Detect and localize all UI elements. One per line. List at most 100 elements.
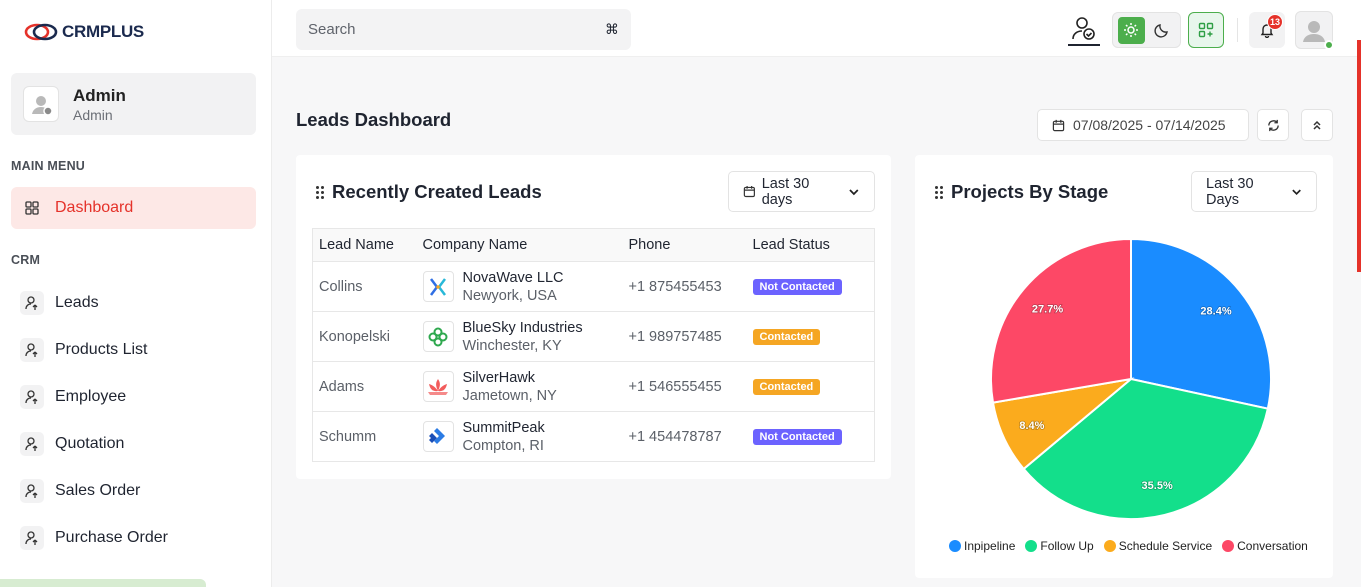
- bluesky-logo-icon: [422, 321, 454, 352]
- pie-slice-conversation[interactable]: [990, 237, 1132, 404]
- search-placeholder: Search: [308, 21, 356, 38]
- user-arrow-icon: [20, 526, 44, 550]
- silverhawk-logo-icon: [422, 371, 454, 402]
- leads-period-dropdown[interactable]: Last 30 days: [728, 171, 875, 212]
- column-header: Phone: [622, 228, 747, 262]
- status-badge: Contacted: [752, 329, 821, 345]
- chevron-down-icon: [849, 188, 859, 195]
- status-cell: Contacted: [746, 311, 875, 362]
- profile-avatar-button[interactable]: [1295, 11, 1334, 50]
- topbar: Search ⌘ 13: [272, 0, 1361, 272]
- user-arrow-icon: [20, 291, 44, 315]
- theme-toggle[interactable]: [1112, 12, 1181, 48]
- page-title: Leads Dashboard: [296, 109, 452, 130]
- search-input[interactable]: Search ⌘: [296, 9, 631, 50]
- sidebar-item-quotation[interactable]: Quotation: [11, 423, 256, 465]
- company-name: NovaWave LLC: [462, 269, 564, 286]
- apps-button[interactable]: [1188, 12, 1224, 48]
- pie-data-label: 28.4%: [1200, 305, 1231, 317]
- sidebar-item-purchase-order[interactable]: Purchase Order: [11, 517, 256, 559]
- company-cell: NovaWave LLC Newyork, USA: [416, 261, 623, 312]
- user-arrow-icon: [20, 479, 44, 503]
- table-row[interactable]: Schumm SummitPeak Compton, RI +1 4544787…: [312, 411, 875, 462]
- phone: +1 989757485: [622, 311, 747, 362]
- crm-heading: CRM: [11, 253, 41, 267]
- legend-item[interactable]: Conversation: [1222, 539, 1308, 553]
- recent-leads-title: Recently Created Leads: [332, 181, 542, 202]
- legend-item[interactable]: Follow Up: [1025, 539, 1094, 553]
- sidebar-item-employee[interactable]: Employee: [11, 376, 256, 418]
- novawave-logo-icon: [422, 271, 454, 302]
- company-location: Winchester, KY: [462, 337, 562, 354]
- lead-name: Adams: [312, 361, 417, 412]
- main-menu-heading: MAIN MENU: [11, 159, 86, 173]
- sidebar-item-leads[interactable]: Leads: [11, 282, 256, 324]
- drag-handle-icon[interactable]: [935, 185, 943, 199]
- lead-name: Konopelski: [312, 311, 417, 362]
- pie-chart: 28.4% 35.5% 8.4% 27.7%: [990, 237, 1272, 520]
- user-check-button[interactable]: [1068, 12, 1100, 46]
- legend-label: Schedule Service: [1118, 539, 1213, 553]
- drag-handle-icon[interactable]: [316, 185, 324, 199]
- card-title: Projects By Stage: [935, 181, 1108, 203]
- sidebar-item-label: Quotation: [55, 435, 125, 452]
- summitpeak-logo-icon: [422, 421, 454, 452]
- column-header: Lead Name: [312, 228, 417, 262]
- scrollbar[interactable]: [1357, 40, 1361, 272]
- legend-item[interactable]: Inpipeline: [949, 539, 1015, 553]
- command-key-icon: ⌘: [605, 21, 619, 37]
- company-location: Newyork, USA: [462, 287, 557, 304]
- toast-notification[interactable]: [0, 579, 206, 587]
- projects-by-stage-card: Projects By Stage Last 30 Days 28.4% 35.5…: [915, 155, 1333, 578]
- date-range-value: 07/08/2025 - 07/14/2025: [1073, 117, 1226, 133]
- table-row[interactable]: Adams SilverHawk Jametown, NY +1 5465554…: [312, 361, 875, 412]
- brand-logo[interactable]: CRMPLUS: [24, 22, 144, 42]
- brand-name: CRMPLUS: [62, 22, 144, 41]
- dropdown-value: Last 30 Days: [1206, 175, 1254, 208]
- divider: [1237, 18, 1238, 42]
- status-badge: Not Contacted: [752, 279, 842, 295]
- status-cell: Contacted: [746, 361, 875, 412]
- calendar-icon: [743, 186, 755, 198]
- company-cell: SilverHawk Jametown, NY: [416, 361, 623, 412]
- refresh-button[interactable]: [1257, 109, 1289, 141]
- chart-legend: Inpipeline Follow Up Schedule Service Conve…: [949, 539, 1308, 553]
- company-location: Compton, RI: [462, 437, 544, 454]
- status-badge: Not Contacted: [752, 429, 842, 445]
- user-avatar-icon: [1303, 21, 1325, 42]
- sidebar-item-sales-order[interactable]: Sales Order: [11, 470, 256, 512]
- user-profile-card[interactable]: Admin Admin: [11, 73, 256, 135]
- sidebar-item-label: Leads: [55, 294, 99, 311]
- company-location: Jametown, NY: [462, 387, 557, 404]
- avatar: [23, 86, 59, 122]
- phone: +1 454478787: [622, 411, 747, 462]
- legend-swatch: [1025, 540, 1038, 552]
- dropdown-value: Last 30 days: [761, 175, 810, 208]
- moon-icon[interactable]: [1149, 17, 1176, 44]
- apps-grid-icon: [1198, 22, 1214, 38]
- stage-period-dropdown[interactable]: Last 30 Days: [1191, 171, 1317, 212]
- sidebar-item-dashboard[interactable]: Dashboard: [11, 187, 256, 229]
- legend-swatch: [1222, 540, 1235, 552]
- grid-icon: [20, 196, 44, 220]
- user-avatar-icon: [32, 96, 53, 116]
- pie-data-label: 27.7%: [1032, 304, 1063, 316]
- collapse-button[interactable]: [1301, 109, 1333, 141]
- table-header-row: Lead Name Company Name Phone Lead Status: [312, 228, 875, 262]
- table-row[interactable]: Konopelski BlueSky Industries Winchester…: [312, 311, 875, 362]
- lead-name: Collins: [312, 261, 417, 312]
- sun-icon[interactable]: [1117, 16, 1145, 44]
- projects-by-stage-title: Projects By Stage: [951, 181, 1109, 202]
- column-header: Company Name: [416, 228, 623, 262]
- recent-leads-card: Recently Created Leads Last 30 days Lead…: [296, 155, 891, 479]
- sidebar-item-products-list[interactable]: Products List: [11, 329, 256, 371]
- online-status-dot: [1324, 40, 1334, 50]
- column-header: Lead Status: [746, 228, 875, 262]
- status-badge: Contacted: [752, 379, 821, 395]
- date-range-picker[interactable]: 07/08/2025 - 07/14/2025: [1037, 109, 1249, 141]
- legend-item[interactable]: Schedule Service: [1103, 539, 1213, 553]
- table-row[interactable]: Collins NovaWave LLC Newyork, USA +1 875…: [312, 261, 875, 312]
- user-check-icon: [1072, 17, 1095, 40]
- user-name: Admin: [73, 85, 126, 105]
- notifications-button[interactable]: 13: [1249, 12, 1285, 48]
